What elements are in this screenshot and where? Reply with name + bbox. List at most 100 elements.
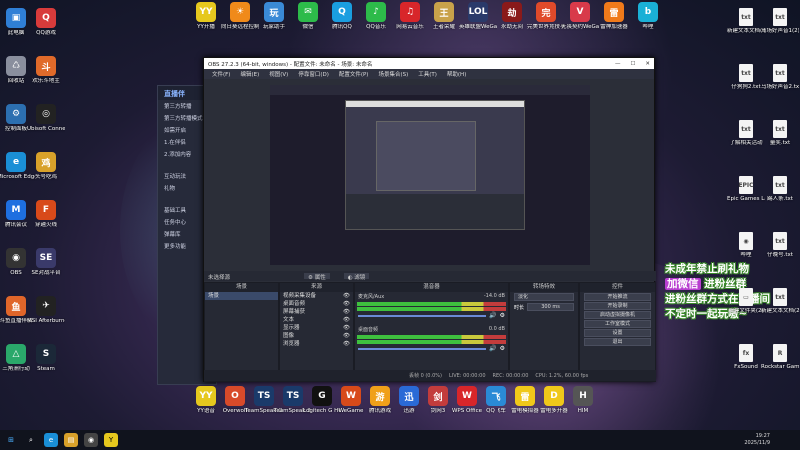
minimize-icon[interactable]: — [615, 61, 621, 67]
desktop-shortcut[interactable]: txt 了解相关活动 [727, 120, 765, 147]
control-button[interactable]: 退出 [584, 338, 651, 346]
desktop-shortcut[interactable]: txt 新建文本文档(2) [761, 288, 799, 315]
control-button[interactable]: 开始推流 [584, 293, 651, 301]
control-button[interactable]: 开始录制 [584, 302, 651, 310]
menu-item[interactable]: 视图(V) [264, 70, 293, 78]
control-button[interactable]: 设置 [584, 329, 651, 337]
desktop-shortcut[interactable]: ☀ 向日葵远程控制 [221, 2, 259, 31]
filters-button[interactable]: ◐ 滤镜 [343, 273, 370, 281]
menu-item[interactable]: 场景集合(S) [373, 70, 413, 78]
visibility-icon[interactable]: 👁 [343, 293, 350, 300]
desktop-shortcut[interactable]: 斗欢乐斗地主 [27, 56, 65, 85]
speaker-icon[interactable]: 🔊 [489, 312, 496, 319]
desktop-shortcut[interactable]: F 穿越火线 [27, 200, 65, 229]
desktop-shortcut[interactable]: V 无畏契约WeGame版 [561, 2, 599, 31]
desktop-shortcut[interactable]: R Rockstar Games [761, 344, 799, 371]
desktop-shortcut[interactable]: ◎ Ubisoft Connect [27, 104, 65, 133]
taskbar-clock[interactable]: 19:27 2025/11/9 [744, 433, 770, 447]
channel-db: 0.0 dB [488, 326, 505, 332]
desktop-shortcut[interactable]: txt 新建文本文档(4).txt [727, 8, 765, 35]
obs-titlebar[interactable]: OBS 27.2.3 (64-bit, windows) - 配置文件: 未命名… [204, 58, 654, 69]
menu-item[interactable]: 配置文件(P) [334, 70, 374, 78]
app-icon: txt [773, 8, 787, 26]
desktop-shortcut[interactable]: ✈ MSI Afterburner [27, 296, 65, 325]
gear-icon[interactable]: ⚙ [500, 345, 505, 352]
menu-item[interactable]: 停靠窗口(D) [293, 70, 334, 78]
controls-dock[interactable]: 控件 开始推流 开始录制 启动虚拟摄像机 工作室模式 设置 退出 [579, 282, 656, 382]
gear-icon[interactable]: ⚙ [500, 312, 505, 319]
desktop-shortcut[interactable]: 王王者荣耀 [425, 2, 463, 31]
control-button[interactable]: 工作室模式 [584, 320, 651, 328]
source-item[interactable]: 图像 👁 [280, 332, 353, 340]
visibility-icon[interactable]: 👁 [343, 341, 350, 348]
desktop-shortcut[interactable]: EPIC Epic Games Launcher [727, 176, 765, 203]
desktop-shortcut[interactable]: ♫ 网易云音乐 [391, 2, 429, 31]
desktop-shortcut[interactable]: 鸡头号吃鸡 [27, 152, 65, 181]
transitions-dock[interactable]: 转场特效 淡化 时长 300 ms [509, 282, 579, 382]
mixer-dock[interactable]: 混音器 麦克风/Aux -14.0 dB 🔊 ⚙ 桌面音频 0.0 dB 🔊 ⚙ [354, 282, 509, 382]
desktop-shortcut[interactable]: txt 马场好声音2.txt [761, 64, 799, 91]
shortcut-label: 微信 [302, 24, 314, 30]
duration-row: 时长 300 ms [510, 302, 578, 312]
duration-input[interactable]: 300 ms [527, 303, 574, 311]
desktop-shortcut[interactable]: 雷雷神加速器 [595, 2, 633, 31]
desktop-shortcut[interactable]: ▭ 新建文件夹(2) [727, 288, 765, 315]
visibility-icon[interactable]: 👁 [343, 333, 350, 340]
desktop-shortcut[interactable]: 完完美世界竞技平台 [527, 2, 565, 31]
desktop-shortcut[interactable]: 劫永劫无间 [493, 2, 531, 31]
desktop-shortcut[interactable]: ♪ QQ音乐 [357, 2, 395, 31]
menu-item[interactable]: 文件(F) [207, 70, 235, 78]
desktop-shortcut[interactable]: txt 仔晚号.txt [761, 232, 799, 259]
desktop-shortcut[interactable]: SE SE对战平台 [27, 248, 65, 277]
control-button[interactable]: 启动虚拟摄像机 [584, 311, 651, 319]
desktop-shortcut[interactable]: fx FxSound [727, 344, 765, 371]
volume-slider[interactable] [358, 347, 487, 350]
obs-preview[interactable] [270, 85, 590, 265]
source-item[interactable]: 屏幕捕获 👁 [280, 308, 353, 316]
desktop-shortcut[interactable]: YY YY开播 [187, 2, 225, 31]
gear-icon: ⚙ [308, 275, 315, 281]
explorer-taskbar-icon[interactable]: ▤ [64, 433, 78, 447]
edge-taskbar-icon[interactable]: e [44, 433, 58, 447]
desktop-shortcut[interactable]: ✉ 微信 [289, 2, 327, 31]
desktop-shortcut[interactable]: ◉ 哔哩 [727, 232, 765, 259]
desktop-shortcut[interactable]: txt 量奖.txt [761, 120, 799, 147]
source-item[interactable]: 显示器 👁 [280, 324, 353, 332]
desktop-shortcut[interactable]: 玩玩家助手 [255, 2, 293, 31]
maximize-icon[interactable]: ☐ [630, 61, 635, 67]
speaker-icon[interactable]: 🔊 [489, 345, 496, 352]
desktop-shortcut[interactable]: Q 腾讯QQ [323, 2, 361, 31]
scenes-dock[interactable]: 场景 场景 +−⌃⌄ [204, 282, 279, 382]
desktop-shortcut[interactable]: txt 踢人条.txt [761, 176, 799, 203]
obs-taskbar-icon[interactable]: ◉ [84, 433, 98, 447]
yy-taskbar-icon[interactable]: Y [104, 433, 118, 447]
close-icon[interactable]: ✕ [645, 61, 650, 67]
visibility-icon[interactable]: 👁 [343, 301, 350, 308]
desktop-shortcut[interactable]: b 哔哩 [629, 2, 667, 31]
desktop-shortcut[interactable]: S Steam [27, 344, 65, 373]
properties-button[interactable]: ⚙ 属性 [304, 273, 330, 281]
desktop-shortcut[interactable]: LOL 英雄联盟WeGame版 [459, 2, 497, 31]
desktop-shortcut[interactable]: txt 仔狗狗2.txt [727, 64, 765, 91]
scene-item[interactable]: 场景 [205, 292, 278, 300]
desktop-shortcut[interactable]: H HIM [564, 386, 602, 415]
app-icon: 游 [370, 386, 390, 406]
menu-item[interactable]: 工具(T) [413, 70, 442, 78]
visibility-icon[interactable]: 👁 [343, 325, 350, 332]
sources-dock[interactable]: 来源 视频采集设备 👁 桌面音频 👁 屏幕捕获 👁 文本 👁 显示器 👁 图像 👁 浏览器 … [279, 282, 354, 382]
menu-item[interactable]: 帮助(H) [442, 70, 471, 78]
transition-select[interactable]: 淡化 [514, 293, 574, 301]
source-item[interactable]: 视频采集设备 👁 [280, 292, 353, 300]
volume-slider[interactable] [358, 314, 487, 317]
source-item[interactable]: 文本 👁 [280, 316, 353, 324]
source-item[interactable]: 桌面音频 👁 [280, 300, 353, 308]
menu-item[interactable]: 编辑(E) [235, 70, 264, 78]
obs-window[interactable]: OBS 27.2.3 (64-bit, windows) - 配置文件: 未命名… [203, 57, 656, 382]
source-item[interactable]: 浏览器 👁 [280, 340, 353, 348]
visibility-icon[interactable]: 👁 [343, 309, 350, 316]
start-icon[interactable]: ⊞ [4, 433, 18, 447]
desktop-shortcut[interactable]: Q QQ游戏 [27, 8, 65, 37]
visibility-icon[interactable]: 👁 [343, 317, 350, 324]
search-icon[interactable]: ⌕ [24, 433, 38, 447]
desktop-shortcut[interactable]: txt 马场好声音1(2).txt [761, 8, 799, 35]
